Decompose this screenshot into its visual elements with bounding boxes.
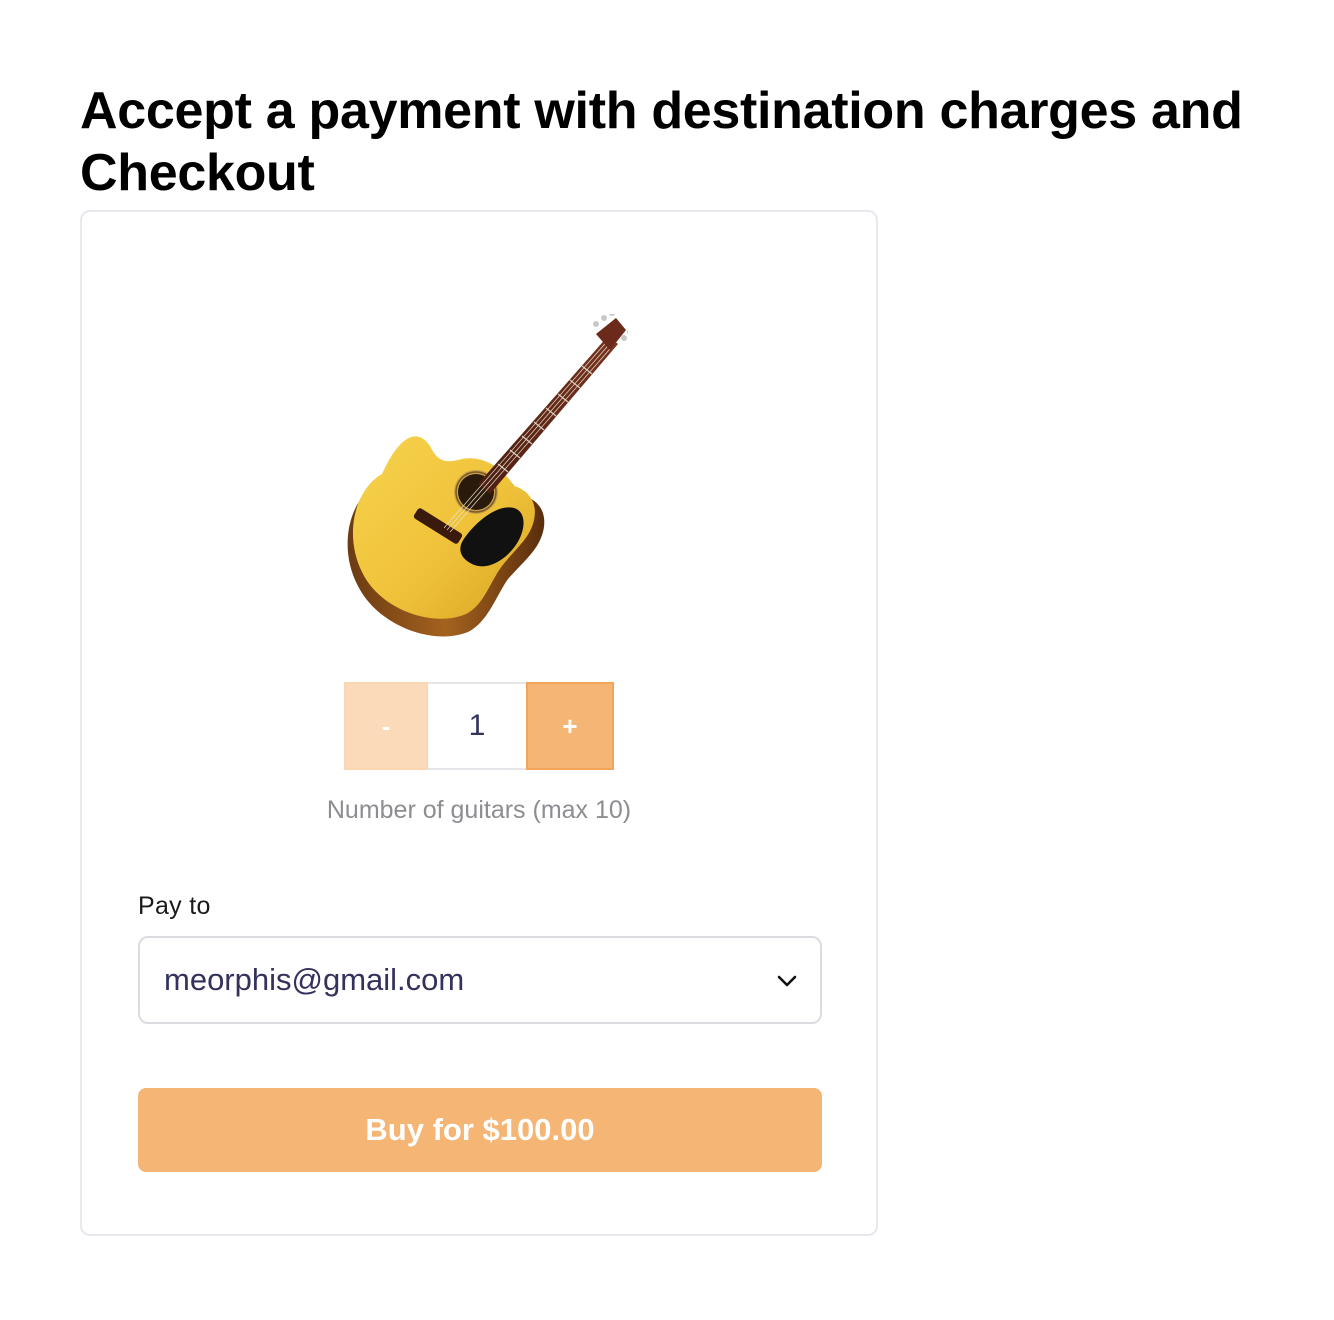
page-title: Accept a payment with destination charge… — [80, 82, 1243, 202]
pay-to-selected-value: meorphis@gmail.com — [164, 962, 465, 997]
quantity-help-text: Number of guitars (max 10) — [326, 796, 632, 824]
quantity-stepper: - 1 + — [344, 682, 614, 770]
quantity-input[interactable]: 1 — [428, 682, 526, 770]
chevron-down-icon — [777, 975, 797, 987]
checkout-card: - 1 + Number of guitars (max 10) Pay to … — [80, 210, 878, 1236]
decrement-button[interactable]: - — [344, 682, 428, 770]
buy-button[interactable]: Buy for $100.00 — [138, 1088, 822, 1172]
increment-button[interactable]: + — [526, 682, 614, 770]
pay-to-label: Pay to — [138, 892, 211, 920]
guitar-image — [338, 314, 628, 644]
pay-to-select[interactable]: meorphis@gmail.com — [138, 936, 822, 1024]
